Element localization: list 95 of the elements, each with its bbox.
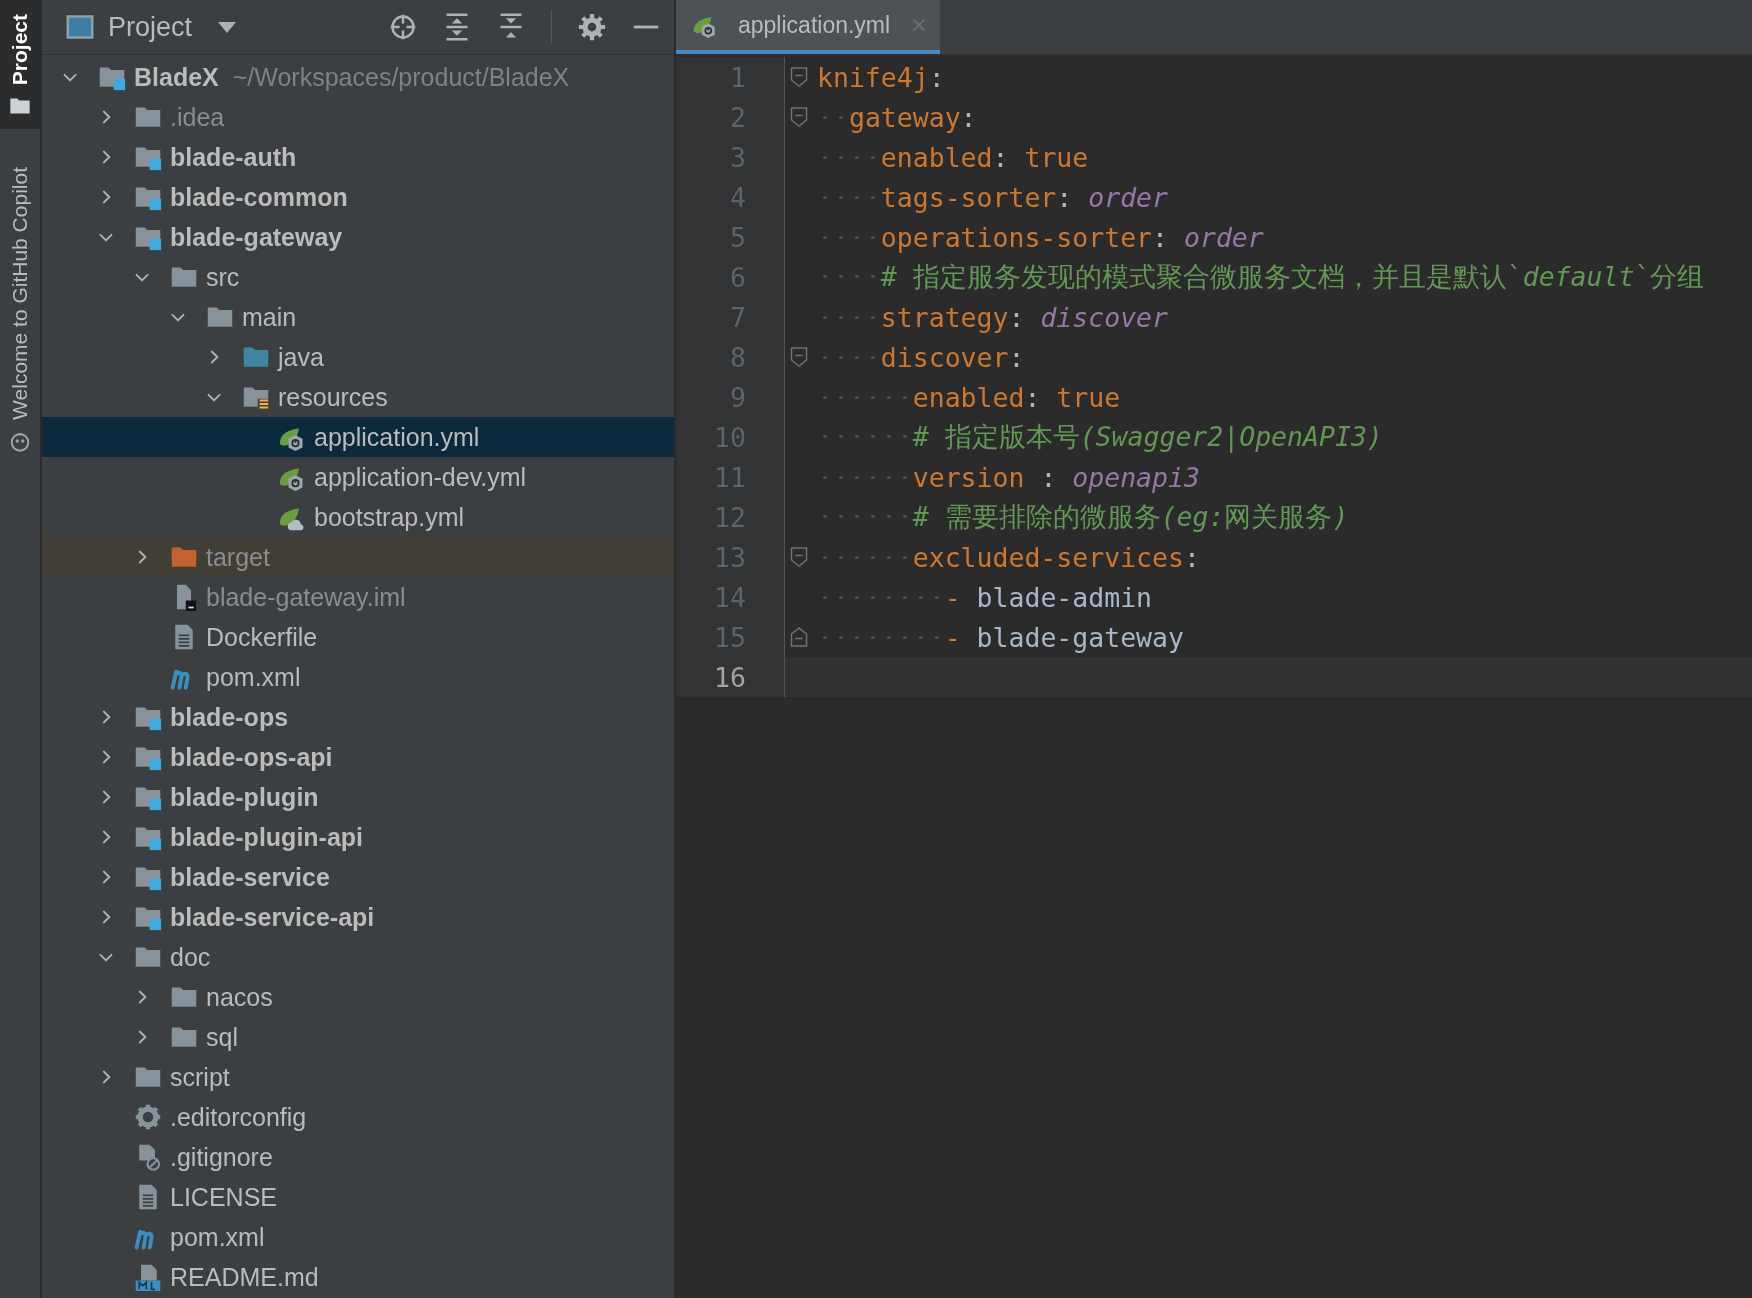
tree-item[interactable]: sql xyxy=(42,1017,674,1057)
file-name: blade-ops xyxy=(170,702,289,732)
tree-item[interactable]: bootstrap.yml xyxy=(42,497,674,537)
file-name: src xyxy=(206,262,240,292)
window-icon xyxy=(66,13,94,41)
tree-item[interactable]: java xyxy=(42,337,674,377)
markdown-file-icon xyxy=(134,1263,162,1291)
file-name: blade-plugin xyxy=(170,782,319,812)
tree-item[interactable]: pom.xml xyxy=(42,657,674,697)
gear-icon xyxy=(134,1103,162,1131)
file-name: target xyxy=(206,542,270,572)
tree-item[interactable]: .idea xyxy=(42,97,674,137)
file-name: application.yml xyxy=(314,422,480,452)
code-line: strategy: discover xyxy=(813,301,1169,333)
file-name: blade-gateway xyxy=(170,222,343,252)
tree-item[interactable]: blade-plugin-api xyxy=(42,817,674,857)
tree-item[interactable]: target xyxy=(42,537,674,577)
file-name: Dockerfile xyxy=(206,622,318,652)
tree-item[interactable]: LICENSE xyxy=(42,1177,674,1217)
file-name: .idea xyxy=(170,102,225,132)
tree-item[interactable]: blade-ops-api xyxy=(42,737,674,777)
fold-marker-icon[interactable] xyxy=(790,106,808,128)
file-name: java xyxy=(278,342,324,372)
tree-item[interactable]: script xyxy=(42,1057,674,1097)
tree-item[interactable]: blade-service xyxy=(42,857,674,897)
code-line: # 指定服务发现的模式聚合微服务文档，并且是默认`default`分组 xyxy=(813,259,1705,295)
code-line: gateway: xyxy=(813,101,977,133)
code-line: enabled: true xyxy=(813,381,1121,413)
copilot-icon xyxy=(9,430,31,453)
tree-item[interactable]: pom.xml xyxy=(42,1217,674,1257)
tree-item[interactable]: blade-gateway xyxy=(42,217,674,257)
file-name: main xyxy=(242,302,297,332)
code-line: enabled: true xyxy=(813,141,1089,173)
settings-icon[interactable] xyxy=(578,13,606,41)
crosshair-icon[interactable] xyxy=(389,13,417,41)
file-name: script xyxy=(170,1062,230,1092)
file-name: sql xyxy=(206,1022,238,1052)
file-name: LICENSE xyxy=(170,1182,277,1212)
file-name: nacos xyxy=(206,982,273,1012)
tree-item[interactable]: blade-service-api xyxy=(42,897,674,937)
tree-item[interactable]: blade-auth xyxy=(42,137,674,177)
file-name: blade-plugin-api xyxy=(170,822,364,852)
fold-marker-icon[interactable] xyxy=(790,546,808,568)
tree-item[interactable]: blade-common xyxy=(42,177,674,217)
code-line: tags-sorter: order xyxy=(813,181,1169,213)
file-name: blade-gateway.iml xyxy=(206,582,406,612)
tree-item[interactable]: Dockerfile xyxy=(42,617,674,657)
view-selector[interactable]: Project xyxy=(66,11,237,43)
file-name: pom.xml xyxy=(206,662,301,692)
file-name: .gitignore xyxy=(170,1142,273,1172)
file-name: bootstrap.yml xyxy=(314,502,465,532)
file-name: blade-ops-api xyxy=(170,742,333,772)
file-name: BladeX xyxy=(134,62,219,92)
tree-item[interactable]: blade-ops xyxy=(42,697,674,737)
file-name: .editorconfig xyxy=(170,1102,307,1132)
code-line: # 指定版本号(Swagger2|OpenAPI3) xyxy=(813,419,1383,455)
tree-item[interactable]: .gitignore xyxy=(42,1137,674,1177)
tree-item[interactable]: blade-gateway.iml xyxy=(42,577,674,617)
file-name: README.md xyxy=(170,1262,319,1292)
tree-item[interactable]: resources xyxy=(42,377,674,417)
fold-marker-icon[interactable] xyxy=(790,626,808,648)
file-name: blade-auth xyxy=(170,142,297,172)
tree-item[interactable]: BladeX ~/Workspaces/product/BladeX xyxy=(42,57,674,97)
tree-item[interactable]: nacos xyxy=(42,977,674,1017)
code-line: excluded-services: xyxy=(813,541,1200,573)
file-name: blade-service xyxy=(170,862,330,892)
tree-item[interactable]: main xyxy=(42,297,674,337)
close-icon[interactable] xyxy=(912,18,927,32)
file-name: blade-common xyxy=(170,182,348,212)
file-name: doc xyxy=(170,942,211,972)
tree-item[interactable]: src xyxy=(42,257,674,297)
tool-window-tab[interactable]: Project xyxy=(0,0,40,130)
file-name: resources xyxy=(278,382,388,412)
tree-item[interactable]: README.md xyxy=(42,1257,674,1297)
editor-tab[interactable]: application.yml xyxy=(676,0,941,54)
file-path: ~/Workspaces/product/BladeX xyxy=(232,62,570,92)
caret-icon xyxy=(218,21,237,33)
code-line: discover: xyxy=(813,341,1025,373)
tree-item[interactable]: application-dev.yml xyxy=(42,457,674,497)
code-line: - blade-gateway xyxy=(813,621,1184,653)
file-name: blade-service-api xyxy=(170,902,375,932)
tool-window-tab[interactable]: Welcome to GitHub Copilot xyxy=(0,153,40,465)
tree-item[interactable]: .editorconfig xyxy=(42,1097,674,1137)
tree-item[interactable]: doc xyxy=(42,937,674,977)
code-line: # 需要排除的微服务(eg:网关服务) xyxy=(813,499,1349,535)
fold-marker-icon[interactable] xyxy=(790,346,808,368)
file-name: pom.xml xyxy=(170,1222,265,1252)
code-line: - blade-admin xyxy=(813,581,1153,613)
code-line: operations-sorter: order xyxy=(813,221,1264,253)
fold-marker-icon[interactable] xyxy=(790,66,808,88)
file-name: application-dev.yml xyxy=(314,462,527,492)
tree-item[interactable]: application.yml xyxy=(42,417,674,457)
code-line: version : openapi3 xyxy=(813,461,1200,493)
tree-item[interactable]: blade-plugin xyxy=(42,777,674,817)
code-line: knife4j: xyxy=(816,61,945,93)
